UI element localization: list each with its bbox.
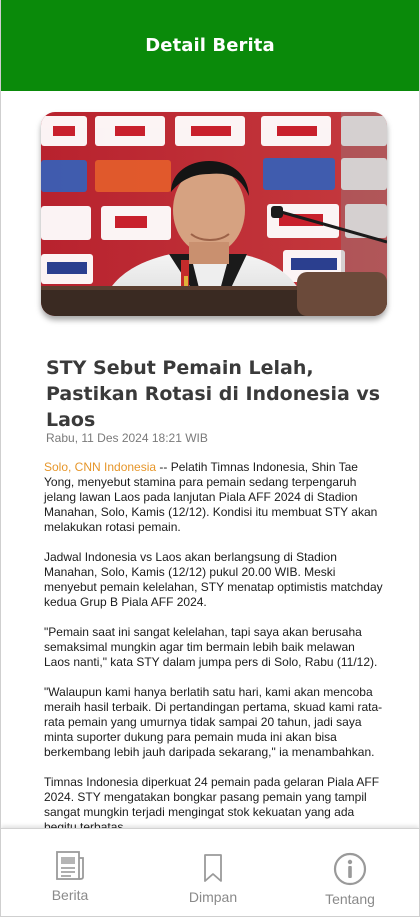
- newspaper-icon: [56, 851, 84, 880]
- nav-item-tentang[interactable]: Tentang: [295, 829, 405, 916]
- info-icon: [333, 852, 367, 886]
- app-frame: Detail Berita STY Sebut Pemain Lelah, Pa…: [0, 0, 420, 917]
- app-bar: Detail Berita: [1, 0, 419, 91]
- article-paragraph: "Walaupun kami hanya berlatih satu hari,…: [44, 685, 383, 759]
- press-conference-photo: [41, 112, 387, 316]
- bookmark-icon: [204, 854, 222, 882]
- article-source[interactable]: Solo, CNN Indonesia: [44, 460, 156, 474]
- page-title: Detail Berita: [145, 35, 275, 56]
- article-paragraph: Solo, CNN Indonesia -- Pelatih Timnas In…: [44, 460, 384, 535]
- article-paragraph: Jadwal Indonesia vs Laos akan berlangsun…: [44, 550, 383, 609]
- article-image: [41, 112, 387, 316]
- article-paragraph: Timnas Indonesia diperkuat 24 pemain pad…: [44, 775, 380, 828]
- article-date: Rabu, 11 Des 2024 18:21 WIB: [46, 431, 208, 445]
- article-headline: STY Sebut Pemain Lelah, Pastikan Rotasi …: [46, 357, 381, 431]
- nav-item-berita[interactable]: Berita: [15, 829, 125, 916]
- nav-label: Tentang: [325, 891, 375, 907]
- bottom-navigation: Berita Dimpan Tentang: [1, 828, 419, 916]
- nav-item-dimpan[interactable]: Dimpan: [158, 829, 268, 916]
- article-paragraph: "Pemain saat ini sangat kelelahan, tapi …: [44, 625, 378, 669]
- nav-label: Dimpan: [188, 889, 238, 905]
- article-content[interactable]: STY Sebut Pemain Lelah, Pastikan Rotasi …: [1, 91, 419, 828]
- article-body: Solo, CNN Indonesia -- Pelatih Timnas In…: [44, 460, 384, 828]
- nav-label: Berita: [51, 887, 89, 903]
